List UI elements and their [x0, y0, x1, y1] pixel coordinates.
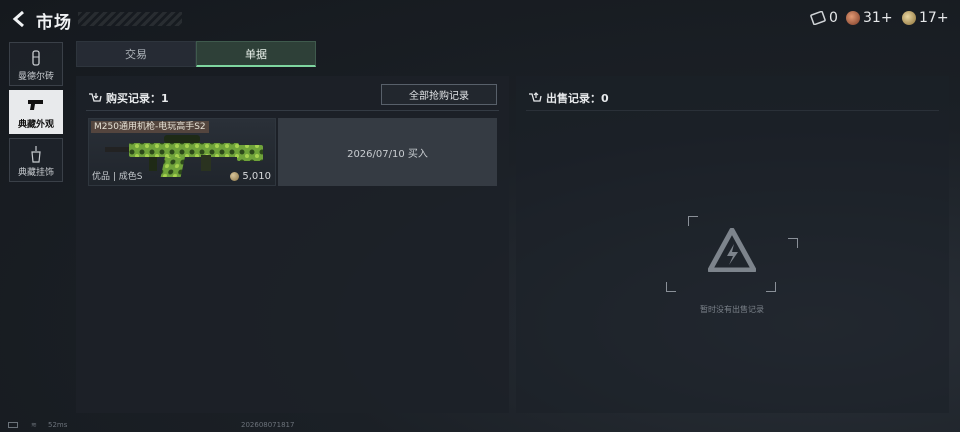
tab-bar: 交易 单据 [76, 41, 317, 67]
frame-corner [766, 282, 776, 292]
title-decoration [78, 12, 182, 26]
sidebar-item-collection-charms[interactable]: 典藏挂饰 [9, 138, 63, 182]
coin-icon [230, 172, 240, 181]
frame-corner [666, 282, 676, 292]
currency-bronze[interactable]: 31+ [846, 10, 893, 26]
back-button[interactable] [8, 8, 30, 30]
sale-header: 出售记录：0 [528, 90, 609, 106]
brick-icon [32, 50, 40, 66]
empty-state: 暂时没有出售记录 [666, 216, 798, 328]
currency-ticket[interactable]: 0 [810, 10, 838, 26]
tab-records[interactable]: 单据 [196, 41, 316, 67]
price-value: 5,010 [242, 171, 271, 182]
item-name: M250通用机枪-电玩高手S2 [91, 121, 209, 133]
purchase-records-panel: 购买记录：1 全部抢购记录 M250通用机枪-电玩高手S2 优品 | 成色S 5… [76, 76, 509, 413]
page-title: 市场 [36, 13, 72, 33]
sidebar-item-mandel-brick[interactable]: 曼德尔砖 [9, 42, 63, 86]
sidebar-item-label: 曼德尔砖 [17, 72, 54, 82]
purchase-record-row[interactable]: M250通用机枪-电玩高手S2 优品 | 成色S 5,010 2026/07/1… [88, 118, 497, 186]
empty-text: 暂时没有出售记录 [700, 305, 764, 314]
sidebar-item-collection-skins[interactable]: 典藏外观 [9, 90, 63, 134]
frame-corner [788, 238, 798, 248]
battery-icon [8, 422, 18, 428]
status-footer: ≋ 52ms 202608071817 [0, 420, 960, 432]
sidebar-item-label: 典藏挂饰 [17, 168, 54, 178]
item-price: 5,010 [230, 171, 271, 182]
bronze-medal-icon [846, 11, 860, 25]
purchase-heading: 购买记录：1 [106, 92, 169, 105]
item-card[interactable]: M250通用机枪-电玩高手S2 优品 | 成色S 5,010 [88, 118, 276, 186]
chevron-left-icon [12, 10, 24, 28]
ticket-icon [810, 11, 826, 25]
sale-heading: 出售记录：0 [546, 92, 609, 105]
tab-trade[interactable]: 交易 [76, 41, 196, 67]
gold-count: 17+ [919, 10, 949, 26]
all-purchase-records-button[interactable]: 全部抢购记录 [381, 84, 497, 105]
pistol-icon [28, 100, 43, 110]
wifi-icon: ≋ [31, 421, 37, 429]
divider [86, 110, 499, 111]
divider [526, 110, 939, 111]
ping-text: 52ms [48, 421, 68, 429]
build-text: 202608071817 [241, 421, 295, 429]
currency-gold[interactable]: 17+ [902, 10, 949, 26]
frame-corner [688, 216, 698, 226]
gold-medal-icon [902, 11, 916, 25]
sale-records-panel: 出售记录：0 暂时没有出售记录 [516, 76, 949, 413]
ticket-count: 0 [829, 10, 838, 26]
charm-icon [31, 146, 41, 163]
buy-cart-icon [89, 93, 102, 102]
purchase-header: 购买记录：1 [88, 90, 169, 106]
empty-logo-icon [708, 228, 756, 272]
sell-cart-icon [529, 92, 542, 102]
bronze-count: 31+ [863, 10, 893, 26]
top-bar: 市场 0 31+ 17+ [0, 0, 960, 38]
item-quality: 优品 | 成色S [92, 172, 143, 182]
record-info: 2026/07/10 买入 [278, 118, 497, 186]
sidebar-item-label: 典藏外观 [17, 120, 54, 130]
